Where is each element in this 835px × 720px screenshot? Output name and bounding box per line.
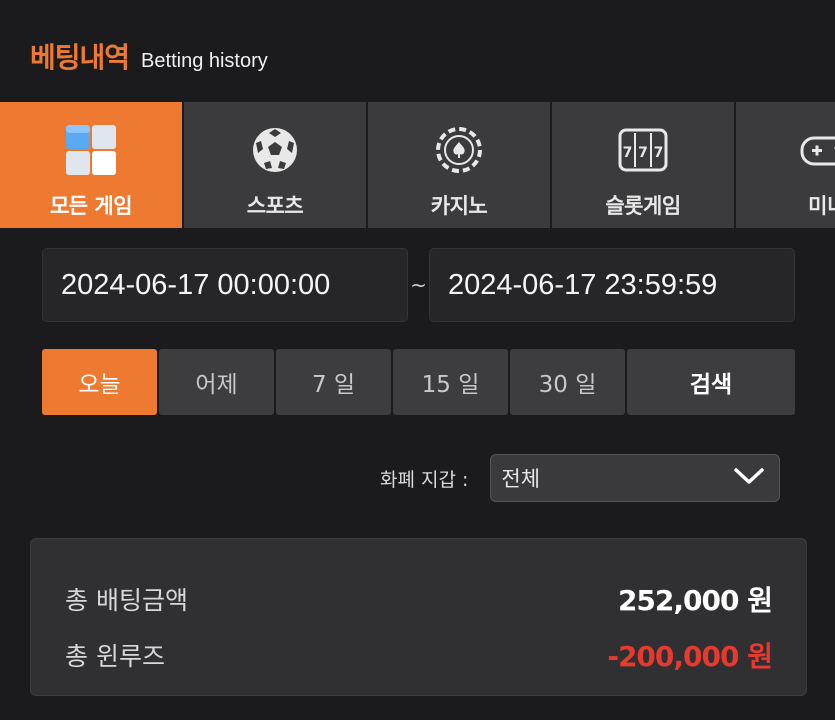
tab-label: 스포츠 [246, 194, 304, 218]
tab-label: 슬롯게임 [605, 194, 681, 218]
search-button[interactable]: 검색 [627, 349, 795, 415]
tab-all-games[interactable]: 모든 게임 [0, 102, 182, 228]
period-buttons: 오늘 어제 7 일 15 일 30 일 검색 [42, 349, 795, 415]
end-date-input[interactable]: 2024-06-17 23:59:59 [429, 248, 795, 322]
svg-text:7: 7 [623, 145, 633, 161]
slot-machine-icon: 7 7 7 [615, 122, 671, 178]
start-date-input[interactable]: 2024-06-17 00:00:00 [42, 248, 408, 322]
tab-label: 미니 [808, 194, 835, 218]
period-yesterday-button[interactable]: 어제 [159, 349, 274, 415]
tab-label: 모든 게임 [49, 194, 133, 218]
total-bet-label: 총 배팅금액 [65, 586, 188, 615]
currency-filter: 화폐 지갑 : 전체 [380, 454, 781, 502]
page-subtitle: Betting history [141, 50, 268, 72]
date-separator: ~ [410, 273, 427, 297]
soccer-ball-icon [247, 122, 303, 178]
total-winloss-row: 총 윈루즈 -200,000 원 [65, 627, 773, 683]
date-range: 2024-06-17 00:00:00 ~ 2024-06-17 23:59:5… [42, 248, 795, 322]
betting-summary: 총 배팅금액 252,000 원 총 윈루즈 -200,000 원 [30, 538, 807, 696]
tab-label: 카지노 [430, 194, 488, 218]
tab-slots[interactable]: 7 7 7 슬롯게임 [552, 102, 734, 228]
svg-text:7: 7 [654, 145, 664, 161]
chevron-down-icon [733, 466, 765, 491]
svg-text:7: 7 [638, 145, 648, 161]
currency-select[interactable]: 전체 [490, 454, 781, 502]
casino-chip-icon [431, 122, 487, 178]
page-header: 베팅내역 Betting history [30, 36, 268, 76]
total-winloss-label: 총 윈루즈 [65, 642, 165, 671]
tab-sports[interactable]: 스포츠 [184, 102, 366, 228]
currency-filter-label: 화폐 지갑 : [380, 468, 469, 491]
tab-casino[interactable]: 카지노 [368, 102, 550, 228]
total-winloss-value: -200,000 원 [607, 640, 773, 673]
all-games-icon [63, 122, 119, 178]
period-15days-button[interactable]: 15 일 [393, 349, 508, 415]
game-category-tabs: 모든 게임 스포츠 카지노 7 7 7 슬롯게임 미 [0, 102, 835, 228]
period-7days-button[interactable]: 7 일 [276, 349, 391, 415]
page-title: 베팅내역 [30, 41, 130, 74]
period-30days-button[interactable]: 30 일 [510, 349, 625, 415]
tab-mini[interactable]: 미니 [736, 102, 835, 228]
total-bet-value: 252,000 원 [617, 584, 773, 617]
total-bet-row: 총 배팅금액 252,000 원 [65, 571, 773, 627]
currency-select-value: 전체 [501, 467, 541, 491]
period-today-button[interactable]: 오늘 [42, 349, 157, 415]
gamepad-icon [799, 122, 835, 178]
